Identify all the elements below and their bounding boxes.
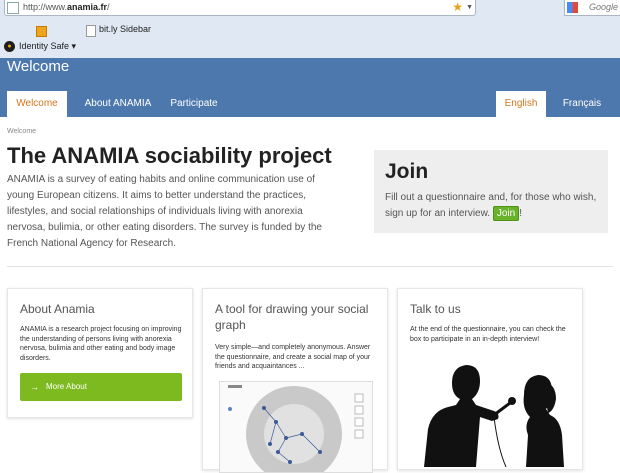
social-graph-image <box>220 382 372 472</box>
breadcrumb[interactable]: Welcome <box>7 128 36 135</box>
about-card-title: About Anamia <box>20 302 95 316</box>
talk-to-us-card-text: At the end of the questionnaire, you can… <box>410 326 566 343</box>
join-text: Fill out a questionnaire and, for those … <box>385 192 597 221</box>
identity-safe-icon[interactable]: ● <box>4 41 15 52</box>
language-english[interactable]: English <box>496 91 546 117</box>
url-text: http://www.anamia.fr/ <box>23 2 110 12</box>
social-graph-card-text: Very simple—and completely anonymous. An… <box>215 344 371 370</box>
join-button[interactable]: Join <box>492 206 520 221</box>
interview-silhouette-svg <box>424 365 564 468</box>
page-icon <box>7 2 19 14</box>
about-card: About Anamia ANAMIA is a research projec… <box>7 288 193 418</box>
rss-icon[interactable] <box>36 26 47 37</box>
bookmark-page-icon <box>86 25 96 37</box>
bookmark-star-icon[interactable]: ★ <box>452 0 463 14</box>
tab-welcome[interactable]: Welcome <box>7 91 67 117</box>
language-francais[interactable]: Français <box>552 91 612 117</box>
page-title: The ANAMIA sociability project <box>7 143 332 168</box>
interview-silhouette-image <box>414 359 574 468</box>
arrow-right-icon: → <box>30 382 39 392</box>
tab-about-anamia[interactable]: About ANAMIA <box>76 91 160 117</box>
intro-text: ANAMIA is a survey of eating habits and … <box>7 174 322 249</box>
talk-to-us-card: Talk to us At the end of the questionnai… <box>397 288 583 470</box>
about-card-text: ANAMIA is a research project focusing on… <box>20 326 182 362</box>
browser-chrome: http://www.anamia.fr/ ★ ▼ Google bit.ly … <box>0 0 620 59</box>
social-graph-card: A tool for drawing your social graph Ver… <box>202 288 388 473</box>
search-placeholder: Google <box>589 2 619 12</box>
tab-participate[interactable]: Participate <box>164 91 224 117</box>
address-bar[interactable]: http://www.anamia.fr/ ★ ▼ <box>4 0 476 16</box>
divider <box>7 266 613 267</box>
search-engine-icon[interactable] <box>567 2 578 13</box>
talk-to-us-card-title: Talk to us <box>410 302 461 316</box>
chevron-down-icon[interactable]: ▼ <box>466 0 473 15</box>
more-about-label: More About <box>46 382 87 391</box>
bookmark-bitly-sidebar[interactable]: bit.ly Sidebar <box>99 24 151 34</box>
join-box: Join Fill out a questionnaire and, for t… <box>374 150 608 233</box>
more-about-button[interactable]: → More About <box>20 373 182 401</box>
social-graph-card-title: A tool for drawing your social graph <box>215 302 369 332</box>
main-nav: Welcome About ANAMIA Participate English… <box>0 91 620 117</box>
identity-safe-menu[interactable]: Identity Safe ▾ <box>19 41 76 52</box>
social-graph-screenshot <box>219 381 373 473</box>
page-heading: Welcome <box>7 58 70 75</box>
join-title: Join <box>385 160 429 183</box>
search-input[interactable]: Google <box>564 0 620 16</box>
